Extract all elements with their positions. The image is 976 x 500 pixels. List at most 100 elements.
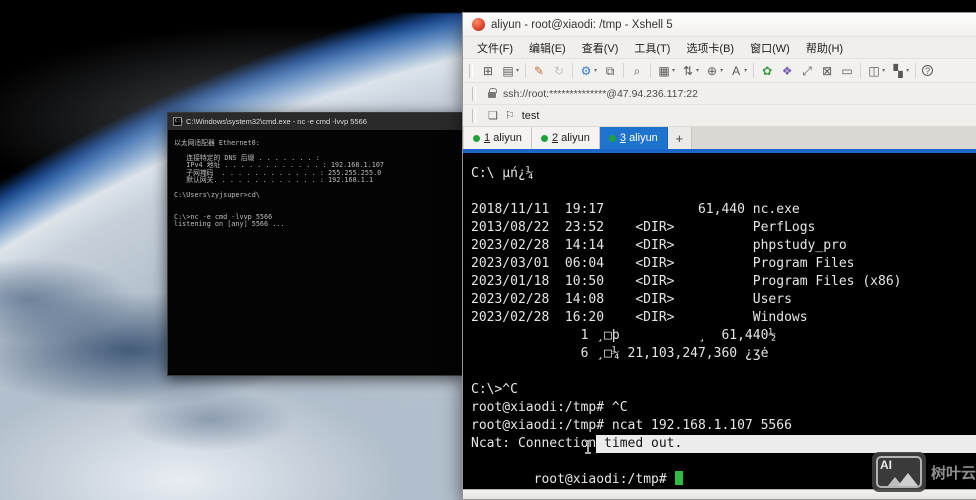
xshell-titlebar[interactable]: aliyun - root@xiaodi: /tmp - Xshell 5 (463, 13, 976, 37)
cmd-terminal[interactable]: 以太网适配器 Ethernet0: 连接特定的 DNS 后缀 . . . . .… (168, 130, 464, 229)
watermark-logo: AI (872, 452, 926, 492)
fullscreen-icon: ⤢ (800, 64, 814, 78)
cmd-line (174, 199, 458, 206)
xshell-window-title: aliyun - root@xiaodi: /tmp - Xshell 5 (491, 19, 673, 31)
picture-frame-icon: AI (876, 456, 922, 488)
toolbar-separator (572, 63, 573, 78)
address-bar[interactable]: ssh://root:**************@47.94.236.117:… (463, 83, 976, 105)
toolbar-grip (469, 64, 473, 78)
ai-logo-text: AI (880, 458, 892, 472)
help-button[interactable]: ? (919, 61, 936, 81)
menu-view[interactable]: 查看(V) (574, 40, 627, 56)
tab-3-aliyun-active[interactable]: 3 aliyun (600, 127, 668, 149)
leaf-tool-button[interactable]: ✿ (757, 61, 777, 81)
reconnect-button[interactable]: ↻ (549, 61, 569, 81)
new-window-button[interactable]: ◫▾ (864, 61, 888, 81)
web-button[interactable]: ⊕▾ (702, 61, 726, 81)
clear-screen-icon: ✎ (532, 64, 546, 78)
clear-screen-button[interactable]: ✎ (529, 61, 549, 81)
watermark-text: 树叶云 (931, 462, 976, 483)
terminal-line: C:\ µń¿¼ (471, 165, 976, 183)
new-session-button[interactable]: ⊞ (478, 61, 498, 81)
menu-edit[interactable]: 编辑(E) (521, 40, 574, 56)
print-button[interactable]: ▦▾ (654, 61, 678, 81)
bookmark-item-test[interactable]: test (522, 110, 540, 122)
xshell-terminal[interactable]: C:\ µń¿¼ 2018/11/11 19:17 61,440 nc.exe … (463, 153, 976, 489)
keymap-button[interactable]: ▭ (837, 61, 857, 81)
tab-1-aliyun[interactable]: 1 aliyun (464, 127, 532, 149)
search-icon: ⌕ (630, 64, 644, 78)
printer-icon: ▦ (657, 64, 671, 78)
new-window-icon: ◫ (867, 64, 881, 78)
session-shortcut-icon[interactable]: ❏ (488, 109, 498, 122)
bookmarkbar-grip (472, 109, 476, 123)
terminal-line: 2023/01/18 10:50 <DIR> Program Files (x8… (471, 273, 976, 291)
font-button[interactable]: A▾ (726, 61, 750, 81)
find-button[interactable]: ⌕ (627, 61, 647, 81)
ncat-error-text: Ncat: Connection (471, 435, 596, 453)
mountain-icon (897, 473, 919, 487)
terminal-line: root@xiaodi:/tmp# ^C (471, 399, 976, 417)
menu-file[interactable]: 文件(F) (469, 40, 521, 56)
ssh-url[interactable]: ssh://root:**************@47.94.236.117:… (503, 88, 698, 100)
session-properties-button[interactable]: ⚙▾ (576, 61, 600, 81)
terminal-line: 2013/08/22 23:52 <DIR> PerfLogs (471, 219, 976, 237)
terminal-line: 2018/11/11 19:17 61,440 nc.exe (471, 201, 976, 219)
terminal-line: 1 ¸□þ ¸ 61,440½ (471, 327, 976, 345)
dropdown-caret-icon: ▾ (672, 67, 675, 74)
cmd-window[interactable]: C:\ C:\Windows\system32\cmd.exe - nc -e … (167, 112, 465, 376)
cmd-line: 默认网关. . . . . . . . . . . . . : 192.168.… (174, 177, 458, 184)
cmd-line: listening on [any] 5566 ... (174, 221, 458, 228)
tab-connected-icon (473, 135, 480, 142)
bookmark-flag-icon[interactable]: ⚐ (505, 109, 515, 122)
addressbar-grip (472, 87, 476, 101)
keyboard-icon: ▭ (840, 64, 854, 78)
selected-text: timed out. (596, 435, 976, 453)
copy-button[interactable]: ⧉ (600, 61, 620, 81)
toolbar-separator (753, 63, 754, 78)
xshell-logo-icon (472, 18, 485, 31)
terminal-line: 2023/02/28 14:14 <DIR> phpstudy_pro (471, 237, 976, 255)
tab-connected-icon (609, 135, 616, 142)
tab-number: 3 (620, 132, 626, 144)
toolbar-separator (915, 63, 916, 78)
dropdown-caret-icon: ▾ (882, 67, 885, 74)
dropdown-caret-icon: ▾ (744, 67, 747, 74)
lock-button[interactable]: ⊠ (817, 61, 837, 81)
menu-window[interactable]: 窗口(W) (742, 40, 798, 56)
transfer-button[interactable]: ⇅▾ (678, 61, 702, 81)
lock-icon (488, 92, 496, 98)
tab-label: aliyun (629, 132, 658, 144)
plugin-button[interactable]: ❖ (777, 61, 797, 81)
xshell-window: aliyun - root@xiaodi: /tmp - Xshell 5 文件… (462, 12, 976, 500)
dropdown-caret-icon: ▾ (516, 67, 519, 74)
xshell-menubar: 文件(F) 编辑(E) 查看(V) 工具(T) 选项卡(B) 窗口(W) 帮助(… (463, 37, 976, 59)
menu-tabs[interactable]: 选项卡(B) (678, 40, 742, 56)
cmd-icon: C:\ (173, 117, 182, 126)
menu-help[interactable]: 帮助(H) (798, 40, 851, 56)
terminal-line: 2023/02/28 16:20 <DIR> Windows (471, 309, 976, 327)
open-session-button[interactable]: ▤▾ (498, 61, 522, 81)
terminal-line: C:\>^C (471, 381, 976, 399)
tab-number: 2 (552, 132, 558, 144)
cmd-line: C:\Users\zyjsuper>cd\ (174, 192, 458, 199)
cmd-titlebar[interactable]: C:\ C:\Windows\system32\cmd.exe - nc -e … (168, 113, 464, 130)
dropdown-caret-icon: ▾ (906, 67, 909, 74)
help-icon: ? (922, 65, 933, 76)
terminal-line: 2023/02/28 14:08 <DIR> Users (471, 291, 976, 309)
menu-tools[interactable]: 工具(T) (626, 40, 678, 56)
desktop: C:\ C:\Windows\system32\cmd.exe - nc -e … (0, 0, 976, 500)
toolbar-separator (860, 63, 861, 78)
layout-button[interactable]: ▚▾ (888, 61, 912, 81)
terminal-cursor (675, 471, 683, 485)
terminal-line (471, 183, 976, 201)
globe-icon: ⊕ (705, 64, 719, 78)
new-tab-button[interactable]: + (668, 127, 692, 149)
tab-2-aliyun[interactable]: 2 aliyun (532, 127, 600, 149)
fullscreen-button[interactable]: ⤢ (797, 61, 817, 81)
tab-label: aliyun (493, 132, 522, 144)
cmd-window-title: C:\Windows\system32\cmd.exe - nc -e cmd … (186, 117, 367, 126)
tab-label: aliyun (561, 132, 590, 144)
toolbar-separator (525, 63, 526, 78)
terminal-line: 6 ¸□¼ 21,103,247,360 ¿ʒė (471, 345, 976, 363)
